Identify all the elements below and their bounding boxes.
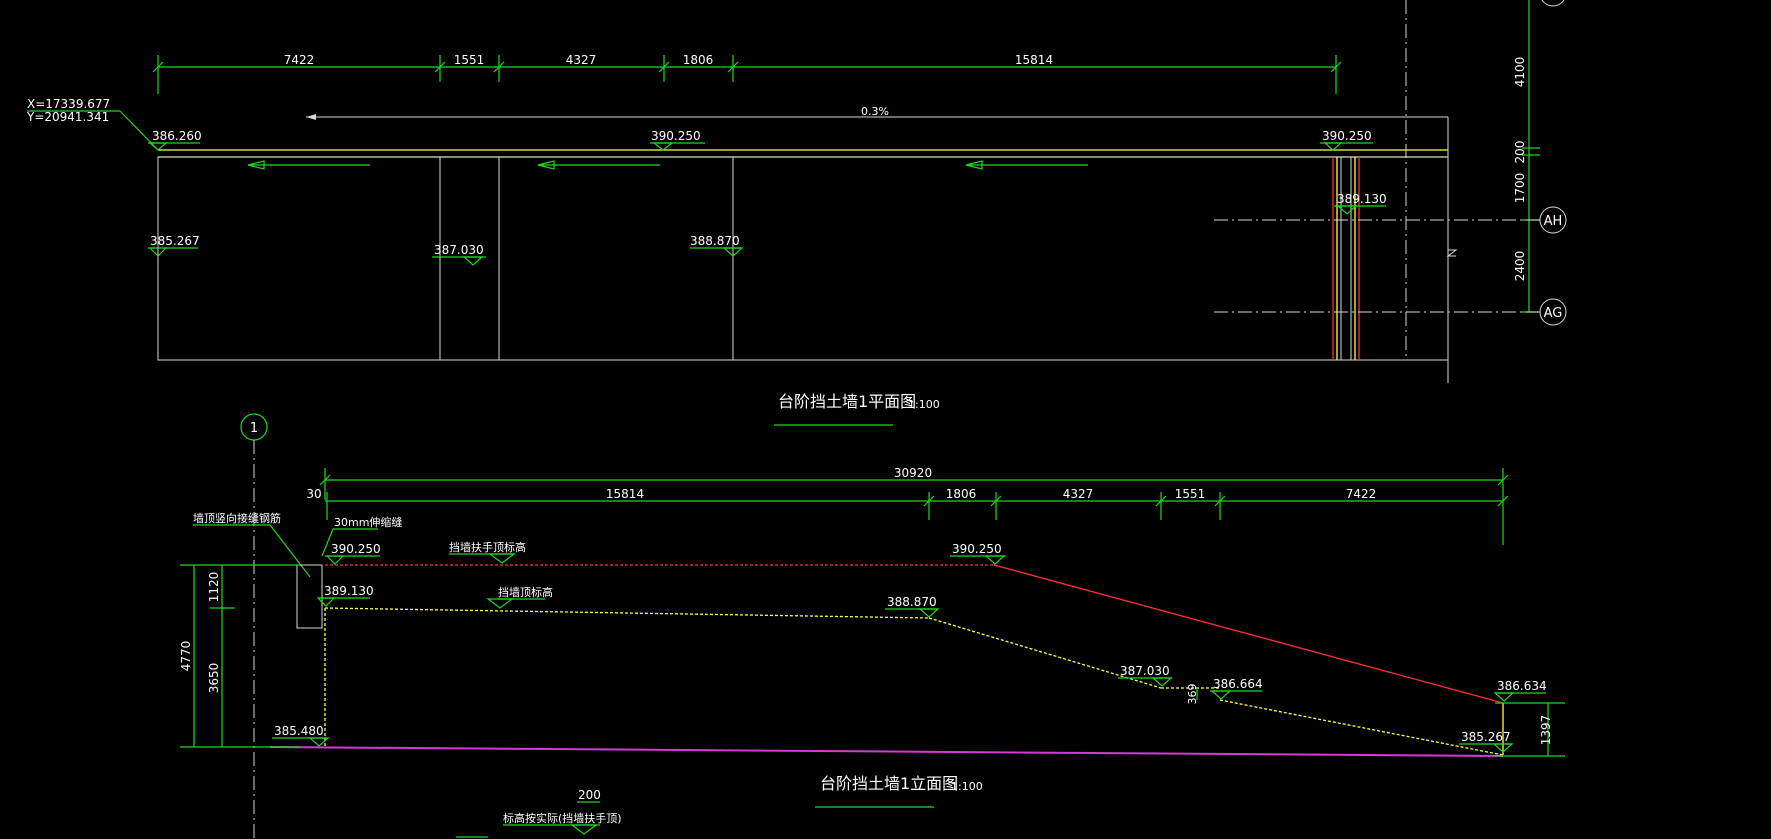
elev-left-dim-2: 4770 [179,641,193,672]
plan-scale: 1:100 [908,398,940,411]
elev-total-dim: 30920 [319,466,1509,545]
plan-wall-outline [157,0,1449,361]
plan-right-dim-3: 1700 [1513,173,1527,204]
plan-drain-arrows [247,160,1088,170]
plan-dim-1: 7422 [284,53,315,67]
plan-elev-inner-3: 388.870 [690,234,740,248]
elev-mark-1: 390.250 [331,542,381,556]
plan-right-dim-2: 200 [1513,141,1527,164]
elev-profile [269,564,1504,757]
elev-mark-7: 386.634 [1497,679,1547,693]
elev-title-block: 台阶挡土墙1立面图 1:100 [815,774,983,808]
elev-title: 台阶挡土墙1立面图 [820,774,958,793]
axis-AG: AG [1544,306,1563,321]
elev-dim-3: 1806 [946,487,977,501]
elev-mark-8: 385.267 [1461,730,1511,744]
plan-dim-5: 15814 [1015,53,1053,67]
elev-axis-1: 1 [240,413,268,839]
elev-note-handrail: 挡墙扶手顶标高 [449,540,526,554]
elev-mark-9: 385.480 [274,724,324,738]
elev-mark-3: 390.250 [952,542,1002,556]
slope-label: 0.3% [861,105,889,118]
plan-elev-top-1: 386.260 [152,129,202,143]
plan-coordinate-note: X=17339.677 Y=20941.341 [26,97,159,151]
plan-right-dim-4: 2400 [1513,251,1527,282]
elev-dim-5: 1551 [1175,487,1206,501]
coord-x: X=17339.677 [27,97,110,111]
plan-dim-3: 4327 [566,53,597,67]
plan-elev-inner-1: 385.267 [150,234,200,248]
elev-mark-6: 386.664 [1213,677,1263,691]
cad-drawing-canvas: 7422 1551 4327 1806 15814 X=17339.677 Y=… [26,0,1567,839]
elevation-view: 1 30920 30 15814 1806 4327 1551 7422 墙顶竖… [179,413,1565,839]
elev-right-dim-1: 1397 [1539,715,1553,746]
plan-right-dim-1: 4100 [1513,57,1527,88]
elev-left-dim-3: 3650 [207,663,221,694]
elev-dim-chain: 30 15814 1806 4327 1551 7422 [306,487,1509,520]
elev-total-dim-label: 30920 [894,466,932,480]
bottom-note: 标高按实际(挡墙扶手顶) [503,811,622,825]
elev-mark-4: 388.870 [887,595,937,609]
elev-axis-label: 1 [250,421,258,436]
elev-left-dims: 1120 4770 3650 [179,564,300,748]
elev-markers: 390.250 389.130 390.250 388.870 387.030 … [272,542,1547,753]
bottom-dim: 200 [578,788,601,802]
plan-elev-top-3: 390.250 [1322,129,1372,143]
plan-right-dims: 4100 200 1700 2400 AH AG [1214,0,1567,326]
plan-view: 7422 1551 4327 1806 15814 X=17339.677 Y=… [26,0,1567,426]
elev-dim-2: 15814 [606,487,644,501]
plan-title: 台阶挡土墙1平面图 [778,392,916,411]
plan-title-block: 台阶挡土墙1平面图 1:100 [774,392,940,426]
plan-dim-2: 1551 [454,53,485,67]
elev-mark-2: 389.130 [324,584,374,598]
elev-left-dim-1: 1120 [207,572,221,603]
elev-right-dim-2: 369 [1186,684,1199,705]
elev-right-dims: 1397 369 [1186,684,1565,757]
elev-note-walltop: 挡墙顶标高 [498,585,553,599]
elev-notes: 墙顶竖向接缝钢筋 30mm伸缩缝 挡墙扶手顶标高 挡墙顶标高 [193,511,553,629]
plan-elev-inner-4: 389.130 [1337,192,1387,206]
elev-dim-1: 30 [306,487,321,501]
plan-dimension-chain: 7422 1551 4327 1806 15814 [152,53,1342,94]
plan-elev-inner-2: 387.030 [434,243,484,257]
axis-AH: AH [1544,214,1563,229]
elev-dim-4: 4327 [1063,487,1094,501]
elev-bottom-detail: 200 标高按实际(挡墙扶手顶) [456,788,622,838]
coord-y: Y=20941.341 [26,110,109,124]
elev-dim-6: 7422 [1346,487,1377,501]
elev-note-left: 墙顶竖向接缝钢筋 [193,511,281,525]
elev-note-joint: 30mm伸缩缝 [334,515,402,529]
plan-elev-top-2: 390.250 [651,129,701,143]
plan-elev-inner: 385.267 387.030 388.870 389.130 [148,192,1387,266]
plan-dim-4: 1806 [683,53,714,67]
plan-elev-top: 386.260 390.250 390.250 [148,129,1373,151]
elev-scale: 1:100 [951,780,983,793]
elev-mark-5: 387.030 [1120,664,1170,678]
